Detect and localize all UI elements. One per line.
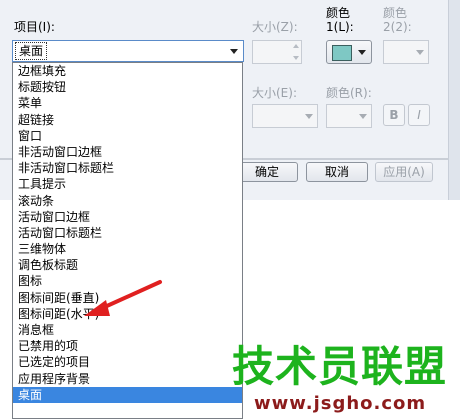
list-item[interactable]: 消息框 bbox=[13, 322, 242, 338]
list-item[interactable]: 已选定的项目 bbox=[13, 354, 242, 370]
spin-up-icon bbox=[293, 44, 299, 48]
list-item[interactable]: 应用程序背景 bbox=[13, 371, 242, 387]
font-size-label: 大小(E): bbox=[252, 86, 297, 100]
spin-down-icon bbox=[293, 56, 299, 60]
font-color-picker[interactable] bbox=[326, 104, 372, 128]
chevron-down-icon bbox=[416, 50, 424, 55]
list-item[interactable]: 标题按钮 bbox=[13, 79, 242, 95]
apply-button[interactable]: 应用(A) bbox=[375, 162, 433, 182]
font-size-select[interactable] bbox=[252, 104, 318, 128]
watermark-url: www.jsgho.com bbox=[254, 393, 427, 414]
list-item[interactable]: 活动窗口边框 bbox=[13, 209, 242, 225]
list-item[interactable]: 窗口 bbox=[13, 128, 242, 144]
watermark: 技术员联盟 www.jsgho.com bbox=[232, 345, 452, 419]
list-item[interactable]: 工具提示 bbox=[13, 176, 242, 192]
bold-button[interactable]: B bbox=[383, 104, 405, 126]
list-item[interactable]: 三维物体 bbox=[13, 241, 242, 257]
list-item[interactable]: 超链接 bbox=[13, 112, 242, 128]
chevron-down-icon bbox=[358, 50, 366, 55]
list-item[interactable]: 调色板标题 bbox=[13, 257, 242, 273]
ok-button-label: 确定 bbox=[254, 165, 279, 179]
color2-label-line1: 颜色 bbox=[383, 6, 408, 20]
color1-label-line2: 1(L): bbox=[326, 20, 354, 34]
list-item[interactable]: 活动窗口标题栏 bbox=[13, 225, 242, 241]
color2-picker-button[interactable] bbox=[383, 40, 429, 64]
chevron-down-icon bbox=[359, 114, 367, 119]
list-item-selected[interactable]: 桌面 bbox=[13, 386, 242, 403]
cancel-button[interactable]: 取消 bbox=[306, 162, 368, 182]
item-dropdown-list[interactable]: 边框填充 标题按钮 菜单 超链接 窗口 非活动窗口边框 非活动窗口标题栏 工具提… bbox=[12, 62, 243, 419]
list-item[interactable]: 边框填充 bbox=[13, 63, 242, 79]
item-select[interactable]: 桌面 bbox=[12, 40, 244, 62]
watermark-brand: 技术员联盟 bbox=[232, 342, 448, 391]
size-label: 大小(Z): bbox=[252, 20, 298, 34]
annotation-arrow bbox=[84, 280, 162, 316]
dialog-right-edge bbox=[448, 0, 460, 200]
color2-label-line2: 2(2): bbox=[383, 20, 412, 34]
list-item[interactable]: 非活动窗口标题栏 bbox=[13, 160, 242, 176]
size-spinner[interactable] bbox=[252, 40, 302, 64]
list-item[interactable]: 已禁用的项 bbox=[13, 338, 242, 354]
apply-button-label: 应用(A) bbox=[383, 165, 425, 179]
color1-picker-button[interactable] bbox=[326, 40, 372, 64]
cancel-button-label: 取消 bbox=[324, 165, 349, 179]
color-swatch bbox=[332, 45, 352, 61]
font-color-label: 颜色(R): bbox=[326, 86, 372, 100]
list-item[interactable]: 非活动窗口边框 bbox=[13, 144, 242, 160]
chevron-down-icon bbox=[230, 49, 238, 54]
item-label: 项目(I): bbox=[14, 20, 55, 34]
italic-button[interactable]: I bbox=[408, 104, 430, 126]
chevron-down-icon bbox=[305, 114, 313, 119]
list-item[interactable]: 滚动条 bbox=[13, 193, 242, 209]
item-select-value: 桌面 bbox=[14, 42, 48, 60]
ok-button[interactable]: 确定 bbox=[236, 162, 298, 182]
color1-label-line1: 颜色 bbox=[326, 6, 351, 20]
list-item[interactable]: 菜单 bbox=[13, 95, 242, 111]
